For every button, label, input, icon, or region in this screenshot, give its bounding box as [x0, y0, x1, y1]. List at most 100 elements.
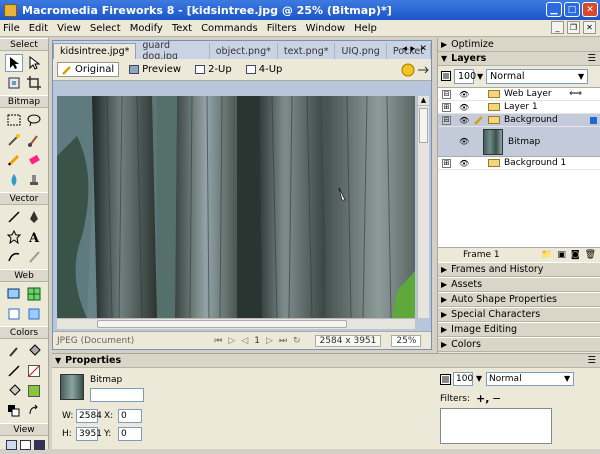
tab-close-icon[interactable]: ✕: [419, 44, 427, 54]
layers-panel-header[interactable]: ▼ Layers ☰: [438, 52, 600, 66]
vertical-scroll-thumb[interactable]: [419, 108, 428, 143]
preview-view-button[interactable]: Preview: [125, 63, 185, 76]
optimize-panel-header[interactable]: ▶ Optimize: [438, 38, 600, 52]
minimize-button[interactable]: ▁: [546, 2, 562, 17]
expand-toggle-icon[interactable]: ⊞: [442, 158, 451, 168]
menu-modify[interactable]: Modify: [130, 23, 163, 34]
zoom-level-select[interactable]: 25%: [391, 334, 422, 347]
freeform-tool-icon[interactable]: [5, 248, 23, 266]
canvas-vertical-scrollbar[interactable]: ▲: [417, 96, 429, 318]
menu-window[interactable]: Window: [306, 23, 345, 34]
prev-frame-icon[interactable]: ◁: [241, 336, 248, 346]
layer-row-layer-1[interactable]: ⊞ 👁 Layer 1: [438, 101, 600, 114]
add-mask-icon[interactable]: ◙: [571, 250, 580, 260]
pencil-tool-icon[interactable]: [5, 151, 23, 169]
rubber-stamp-tool-icon[interactable]: [25, 171, 43, 189]
add-filter-icon[interactable]: +,: [476, 392, 489, 405]
standard-screen-icon[interactable]: [5, 439, 17, 451]
menu-help[interactable]: Help: [354, 23, 377, 34]
opacity-dropdown-icon[interactable]: ▼: [476, 374, 482, 383]
first-frame-icon[interactable]: ⏮: [214, 336, 222, 346]
print-button[interactable]: [417, 63, 429, 80]
original-view-button[interactable]: Original: [57, 62, 120, 77]
image-dimensions[interactable]: 2584 x 3951: [314, 334, 382, 347]
menu-text[interactable]: Text: [172, 23, 192, 34]
visibility-eye-icon[interactable]: 👁: [459, 103, 471, 112]
doc-restore-button[interactable]: ❐: [567, 21, 580, 34]
maximize-button[interactable]: □: [564, 2, 580, 17]
menu-view[interactable]: View: [57, 23, 81, 34]
y-input[interactable]: 0: [118, 427, 142, 441]
paint-bucket-tool-icon[interactable]: [25, 342, 43, 360]
four-up-view-button[interactable]: 4-Up: [242, 63, 287, 76]
fill-swatch[interactable]: [25, 382, 43, 400]
pen-tool-icon[interactable]: [25, 208, 43, 226]
lasso-tool-icon[interactable]: [25, 111, 43, 129]
menu-edit[interactable]: Edit: [29, 23, 48, 34]
doc-minimize-button[interactable]: _: [551, 21, 564, 34]
brush-tool-icon[interactable]: [25, 131, 43, 149]
last-frame-icon[interactable]: ⏭: [279, 336, 287, 346]
expand-toggle-icon[interactable]: ⊟: [442, 89, 451, 99]
layer-object-bitmap[interactable]: 👁 Bitmap: [438, 127, 600, 157]
tab-scroll-right-icon[interactable]: ▸: [411, 44, 416, 54]
chevron-down-icon[interactable]: ▼: [564, 374, 570, 383]
eraser-tool-icon[interactable]: [25, 151, 43, 169]
panel-special-characters[interactable]: ▶ Special Characters: [438, 307, 600, 322]
properties-panel-header[interactable]: ▼ Properties ☰: [52, 354, 600, 368]
hotspot-tool-icon[interactable]: [5, 285, 23, 303]
remove-filter-icon[interactable]: −: [492, 392, 501, 405]
tab-object[interactable]: object.png*: [210, 43, 278, 59]
marquee-tool-icon[interactable]: [5, 111, 23, 129]
visibility-eye-icon[interactable]: 👁: [459, 90, 471, 99]
menu-select[interactable]: Select: [90, 23, 121, 34]
pointer-tool-icon[interactable]: [5, 54, 23, 72]
scale-tool-icon[interactable]: [5, 74, 23, 92]
tab-scroll-left-icon[interactable]: ◂: [402, 44, 407, 54]
document-canvas[interactable]: [57, 96, 415, 318]
full-screen-menus-icon[interactable]: [19, 439, 31, 451]
doc-close-button[interactable]: ✕: [583, 21, 596, 34]
menu-commands[interactable]: Commands: [201, 23, 258, 34]
scroll-up-icon[interactable]: ▲: [418, 96, 429, 106]
width-input[interactable]: 2584: [76, 409, 102, 423]
fill-bucket-icon[interactable]: [5, 382, 23, 400]
subselection-tool-icon[interactable]: [25, 54, 43, 72]
canvas-horizontal-scrollbar[interactable]: [57, 318, 415, 329]
expand-toggle-icon[interactable]: ⊞: [442, 102, 451, 112]
layer-blend-mode-select[interactable]: Normal ▼: [486, 68, 589, 84]
height-input[interactable]: 3951: [76, 427, 102, 441]
two-up-view-button[interactable]: 2-Up: [191, 63, 236, 76]
panel-options-icon[interactable]: ☰: [587, 355, 596, 366]
menu-file[interactable]: File: [3, 23, 20, 34]
tab-kidsintree[interactable]: kidsintree.jpg*: [53, 43, 137, 59]
panel-frames-history[interactable]: ▶ Frames and History: [438, 262, 600, 277]
object-name-input[interactable]: [90, 388, 144, 402]
new-bitmap-icon[interactable]: ▣: [557, 250, 566, 260]
delete-layer-icon[interactable]: 🗑: [585, 250, 596, 260]
star-shape-tool-icon[interactable]: [5, 228, 23, 246]
visibility-eye-icon[interactable]: 👁: [459, 137, 469, 146]
blur-tool-icon[interactable]: [5, 171, 23, 189]
horizontal-scroll-thumb[interactable]: [97, 320, 347, 328]
swap-colors-icon[interactable]: [25, 402, 43, 420]
default-colors-icon[interactable]: [5, 402, 23, 420]
panel-colors[interactable]: ▶ Colors: [438, 337, 600, 352]
tab-guard-dog[interactable]: guard dog.jpg: [136, 40, 210, 62]
text-tool-icon[interactable]: A: [25, 228, 43, 246]
object-opacity-input[interactable]: 100: [453, 372, 473, 386]
next-frame-icon[interactable]: ▷: [266, 336, 273, 346]
knife-tool-icon[interactable]: [25, 248, 43, 266]
object-blend-mode-select[interactable]: Normal: [486, 372, 574, 386]
filters-list[interactable]: [440, 408, 552, 444]
tab-uiq[interactable]: UIQ.png: [335, 43, 387, 59]
new-sublayer-icon[interactable]: 📁: [541, 250, 552, 260]
layer-opacity-input[interactable]: 100: [454, 68, 476, 84]
magic-wand-tool-icon[interactable]: [5, 131, 23, 149]
show-slices-icon[interactable]: [25, 305, 43, 323]
panel-assets[interactable]: ▶ Assets: [438, 277, 600, 292]
layer-row-background[interactable]: ⊟ 👁 Background: [438, 114, 600, 127]
hide-slices-icon[interactable]: [5, 305, 23, 323]
line-tool-icon[interactable]: [5, 208, 23, 226]
play-icon[interactable]: ▷: [228, 336, 235, 346]
